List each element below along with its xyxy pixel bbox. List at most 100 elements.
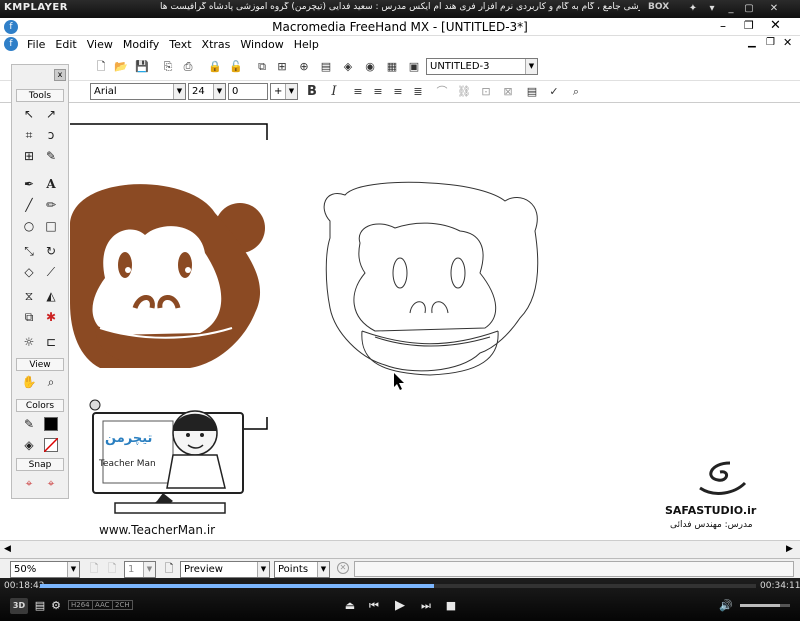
next-page-icon[interactable]: 🗋 bbox=[161, 561, 177, 577]
menu-view[interactable]: View bbox=[82, 37, 118, 52]
justify-icon[interactable]: ≣ bbox=[410, 84, 426, 100]
window-restore-icon[interactable]: ❐ bbox=[744, 19, 754, 32]
play-icon[interactable]: ▶ bbox=[392, 598, 408, 614]
rectangle-tool-icon[interactable]: □ bbox=[42, 217, 60, 235]
window-close-icon[interactable]: ✕ bbox=[770, 18, 781, 33]
chevron-down-icon[interactable]: ▼ bbox=[213, 84, 225, 99]
scroll-left-icon[interactable]: ◀ bbox=[4, 544, 11, 554]
units-select[interactable]: Points ▼ bbox=[274, 561, 330, 578]
styles-icon[interactable]: ▣ bbox=[406, 59, 422, 75]
chevron-down-icon[interactable]: ▼ bbox=[525, 59, 537, 74]
chevron-down-icon[interactable]: ▼ bbox=[317, 562, 329, 577]
next-icon[interactable]: ⏭ bbox=[418, 598, 434, 614]
outline-monkey[interactable] bbox=[323, 181, 539, 376]
pencil-tool-icon[interactable]: ✏ bbox=[42, 196, 60, 214]
leading-mode-select[interactable]: + ▼ bbox=[270, 83, 298, 100]
ellipse-tool-icon[interactable]: ○ bbox=[20, 217, 38, 235]
subselect-tool-icon[interactable]: ↗ bbox=[42, 105, 60, 123]
box-label[interactable]: BOX bbox=[648, 2, 669, 12]
italic-icon[interactable]: I bbox=[326, 84, 342, 100]
bold-icon[interactable]: B bbox=[304, 84, 320, 100]
color-mixer-icon[interactable]: ◉ bbox=[362, 59, 378, 75]
horizontal-scrollbar[interactable]: ◀ ▶ bbox=[0, 540, 800, 558]
link-text-icon[interactable]: ⛓ bbox=[456, 84, 472, 100]
minimize-icon[interactable]: _ bbox=[724, 2, 738, 15]
trace-tool-icon[interactable]: ⊞ bbox=[20, 147, 38, 165]
reflect-tool-icon[interactable]: ◭ bbox=[42, 287, 60, 305]
menu-help[interactable]: Help bbox=[289, 37, 324, 52]
knife-tool-icon[interactable]: ⟋ bbox=[42, 263, 60, 281]
lock-icon[interactable]: 🔒 bbox=[207, 59, 223, 75]
connector-tool-icon[interactable]: ⊏ bbox=[42, 333, 60, 351]
blend-tool-icon[interactable]: ✱ bbox=[42, 308, 60, 326]
eyedropper-tool-icon[interactable]: ✎ bbox=[42, 147, 60, 165]
flow-inside-icon[interactable]: ⊡ bbox=[478, 84, 494, 100]
pointer-tool-icon[interactable]: ↖ bbox=[20, 105, 38, 123]
swatches-icon[interactable]: ▦ bbox=[384, 59, 400, 75]
menu-edit[interactable]: Edit bbox=[50, 37, 81, 52]
hand-tool-icon[interactable]: ✋ bbox=[20, 373, 38, 391]
scroll-right-icon[interactable]: ▶ bbox=[786, 544, 793, 554]
align-icon[interactable]: ⊞ bbox=[274, 59, 290, 75]
chevron-down-icon[interactable]: ▼ bbox=[67, 562, 79, 577]
chevron-down-icon[interactable]: ▼ bbox=[143, 562, 155, 577]
doc-minimize-icon[interactable]: ▁ bbox=[748, 37, 756, 48]
layers-icon[interactable]: ◈ bbox=[340, 59, 356, 75]
volume-icon[interactable]: 🔊 bbox=[718, 598, 734, 614]
convert-to-paths-icon[interactable]: ⊠ bbox=[500, 84, 516, 100]
menu-xtras[interactable]: Xtras bbox=[197, 37, 236, 52]
pen-tool-icon[interactable]: ✒ bbox=[20, 175, 38, 193]
stroke-color-swatch[interactable] bbox=[44, 417, 58, 431]
lasso-tool-icon[interactable]: ↄ bbox=[42, 126, 60, 144]
save-icon[interactable]: 💾 bbox=[134, 59, 150, 75]
page-tool-icon[interactable]: ⌗ bbox=[20, 126, 38, 144]
window-minimize-icon[interactable]: – bbox=[720, 19, 726, 33]
fill-color-none-swatch[interactable] bbox=[44, 438, 58, 452]
spellcheck-icon[interactable]: ✓ bbox=[546, 84, 562, 100]
menu-window[interactable]: Window bbox=[235, 37, 288, 52]
find-replace-icon[interactable]: ⌕ bbox=[568, 84, 584, 100]
settings-gear-icon[interactable]: ⚙ bbox=[48, 598, 64, 614]
chevron-down-icon[interactable]: ▼ bbox=[173, 84, 185, 99]
unlock-icon[interactable]: 🔓 bbox=[228, 59, 244, 75]
freeform-tool-icon[interactable]: ⧖ bbox=[20, 287, 38, 305]
scale-tool-icon[interactable]: ⤡ bbox=[20, 242, 38, 260]
stop-icon[interactable]: ■ bbox=[443, 598, 459, 614]
skew-tool-icon[interactable]: ⧉ bbox=[20, 308, 38, 326]
chevron-down-icon[interactable]: ▼ bbox=[257, 562, 269, 577]
previous-icon[interactable]: ⏮ bbox=[366, 598, 382, 614]
previous-page-icon[interactable]: 🗋 bbox=[86, 561, 102, 577]
playlist-icon[interactable]: ▤ bbox=[32, 598, 48, 614]
panel-close-icon[interactable]: x bbox=[54, 69, 66, 81]
export-icon[interactable]: ⎙ bbox=[180, 59, 196, 75]
3d-toggle[interactable]: 3D bbox=[10, 598, 28, 614]
library-icon[interactable]: ▤ bbox=[318, 59, 334, 75]
text-editor-icon[interactable]: ▤ bbox=[524, 84, 540, 100]
new-document-icon[interactable]: 🗋 bbox=[93, 59, 109, 75]
font-size-select[interactable]: 24 ▼ bbox=[188, 83, 226, 100]
page-icon[interactable]: 🗋 bbox=[104, 561, 120, 577]
transform-icon[interactable]: ⊕ bbox=[296, 59, 312, 75]
import-icon[interactable]: ⎘ bbox=[160, 59, 176, 75]
hand-link-tool-icon[interactable]: ☼ bbox=[20, 333, 38, 351]
snap-to-point-icon[interactable]: ⌖ bbox=[20, 474, 38, 492]
doc-restore-icon[interactable]: ❐ bbox=[766, 37, 775, 48]
pin-icon[interactable]: ✦ bbox=[686, 2, 700, 15]
rotate-tool-icon[interactable]: ↻ bbox=[42, 242, 60, 260]
zoom-tool-icon[interactable]: ⌕ bbox=[42, 373, 60, 391]
snap-to-guide-icon[interactable]: ⌖ bbox=[42, 474, 60, 492]
line-tool-icon[interactable]: ╱ bbox=[20, 196, 38, 214]
menu-text[interactable]: Text bbox=[164, 37, 196, 52]
eject-icon[interactable]: ⏏ bbox=[342, 598, 358, 614]
align-center-icon[interactable]: ≡ bbox=[370, 84, 386, 100]
group-icon[interactable]: ⧉ bbox=[254, 59, 270, 75]
menu-modify[interactable]: Modify bbox=[118, 37, 164, 52]
align-right-icon[interactable]: ≡ bbox=[390, 84, 406, 100]
drawing-canvas[interactable]: تیچرمن Teacher Man www.TeacherMan.ir SAF… bbox=[0, 103, 800, 540]
eraser-tool-icon[interactable]: ◇ bbox=[20, 263, 38, 281]
brown-monkey[interactable] bbox=[70, 184, 265, 368]
menu-file[interactable]: File bbox=[22, 37, 50, 52]
menu-dropdown-icon[interactable]: ▾ bbox=[705, 2, 719, 15]
preview-mode-select[interactable]: Preview ▼ bbox=[180, 561, 270, 578]
text-on-path-icon[interactable]: ⌒ bbox=[434, 84, 450, 100]
